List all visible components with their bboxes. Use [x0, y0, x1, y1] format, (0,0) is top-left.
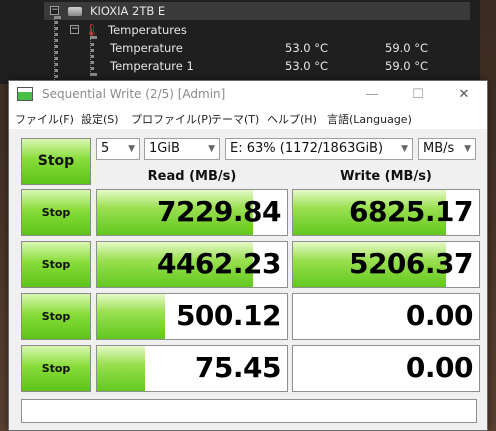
- size-value: 1GiB: [149, 141, 180, 156]
- read-value: 75.45: [194, 351, 282, 384]
- drive-value: E: 63% (1172/1863GiB): [230, 141, 384, 156]
- read-value: 7229.84: [156, 195, 282, 228]
- collapse-icon[interactable]: −: [70, 25, 79, 34]
- size-select[interactable]: 1GiB ▼: [144, 138, 220, 160]
- status-bar: [21, 399, 477, 423]
- app-icon: [17, 87, 33, 101]
- maximize-button[interactable]: ☐: [395, 81, 441, 108]
- write-result-row-1: 6825.17: [292, 189, 480, 236]
- stop-button-row-1[interactable]: Stop: [21, 189, 91, 236]
- menu-settings[interactable]: 設定(S): [81, 111, 119, 127]
- stop-button-row-2[interactable]: Stop: [21, 241, 91, 288]
- tree-row-temperatures[interactable]: − 🌡 Temperatures: [66, 21, 466, 39]
- chevron-down-icon: ▼: [208, 144, 215, 154]
- menu-language[interactable]: 言語(Language): [327, 111, 412, 127]
- read-result-row-1: 7229.84: [96, 189, 288, 236]
- title-bar[interactable]: Sequential Write (2/5) [Admin] — ☐ ✕: [9, 81, 487, 108]
- minimize-button[interactable]: —: [349, 81, 395, 108]
- stop-button-row-4[interactable]: Stop: [21, 345, 91, 392]
- menu-file[interactable]: ファイル(F): [15, 111, 74, 127]
- read-value: 4462.23: [156, 247, 282, 280]
- write-value: 5206.37: [348, 247, 474, 280]
- sensor-label: Temperature 1: [110, 59, 194, 73]
- sensor-label: Temperature: [110, 41, 183, 55]
- menu-bar: ファイル(F) 設定(S) プロファイル(P) テーマ(T) ヘルプ(H) 言語…: [9, 108, 487, 129]
- tree-row-temperature[interactable]: Temperature 53.0 °C 59.0 °C: [110, 39, 480, 57]
- tree-row-temperature-1[interactable]: Temperature 1 53.0 °C 59.0 °C: [110, 57, 480, 75]
- chevron-down-icon: ▼: [464, 144, 471, 154]
- background-sensor-window: − KIOXIA 2TB E − 🌡 Temperatures Temperat…: [0, 0, 480, 84]
- stop-button-row-3[interactable]: Stop: [21, 293, 91, 340]
- write-value: 6825.17: [348, 195, 474, 228]
- benchmark-window: Sequential Write (2/5) [Admin] — ☐ ✕ ファイ…: [8, 80, 488, 431]
- read-progress-fill: [97, 294, 166, 339]
- close-button[interactable]: ✕: [441, 81, 487, 108]
- read-column-header: Read (MB/s): [147, 169, 237, 184]
- tree-row-drive[interactable]: − KIOXIA 2TB E: [44, 2, 470, 20]
- count-value: 5: [101, 141, 110, 156]
- window-title: Sequential Write (2/5) [Admin]: [42, 87, 226, 101]
- write-result-row-2: 5206.37: [292, 241, 480, 288]
- drive-icon: [68, 7, 82, 16]
- write-column-header: Write (MB/s): [340, 169, 432, 184]
- tree-connector: [90, 36, 94, 76]
- write-value: 0.00: [405, 351, 474, 384]
- sensor-value: 53.0 °C: [285, 41, 329, 55]
- read-value: 500.12: [175, 299, 282, 332]
- menu-theme[interactable]: テーマ(T): [211, 111, 259, 127]
- read-result-row-4: 75.45: [96, 345, 288, 392]
- write-result-row-4: 0.00: [292, 345, 480, 392]
- read-result-row-3: 500.12: [96, 293, 288, 340]
- chevron-down-icon: ▼: [401, 144, 408, 154]
- stop-all-button[interactable]: Stop: [21, 138, 91, 185]
- sensor-max: 59.0 °C: [385, 41, 429, 55]
- write-value: 0.00: [405, 299, 474, 332]
- group-label: Temperatures: [108, 23, 187, 37]
- collapse-icon[interactable]: −: [50, 6, 59, 15]
- menu-help[interactable]: ヘルプ(H): [267, 111, 317, 127]
- write-result-row-3: 0.00: [292, 293, 480, 340]
- tree-connector: [54, 16, 58, 84]
- unit-select[interactable]: MB/s ▼: [418, 138, 476, 160]
- unit-value: MB/s: [423, 141, 455, 156]
- read-progress-fill: [97, 346, 145, 391]
- count-select[interactable]: 5 ▼: [96, 138, 140, 160]
- menu-profile[interactable]: プロファイル(P): [131, 111, 212, 127]
- drive-label: KIOXIA 2TB E: [90, 4, 166, 18]
- read-result-row-2: 4462.23: [96, 241, 288, 288]
- chevron-down-icon: ▼: [128, 144, 135, 154]
- sensor-max: 59.0 °C: [385, 59, 429, 73]
- drive-select[interactable]: E: 63% (1172/1863GiB) ▼: [225, 138, 413, 160]
- sensor-value: 53.0 °C: [285, 59, 329, 73]
